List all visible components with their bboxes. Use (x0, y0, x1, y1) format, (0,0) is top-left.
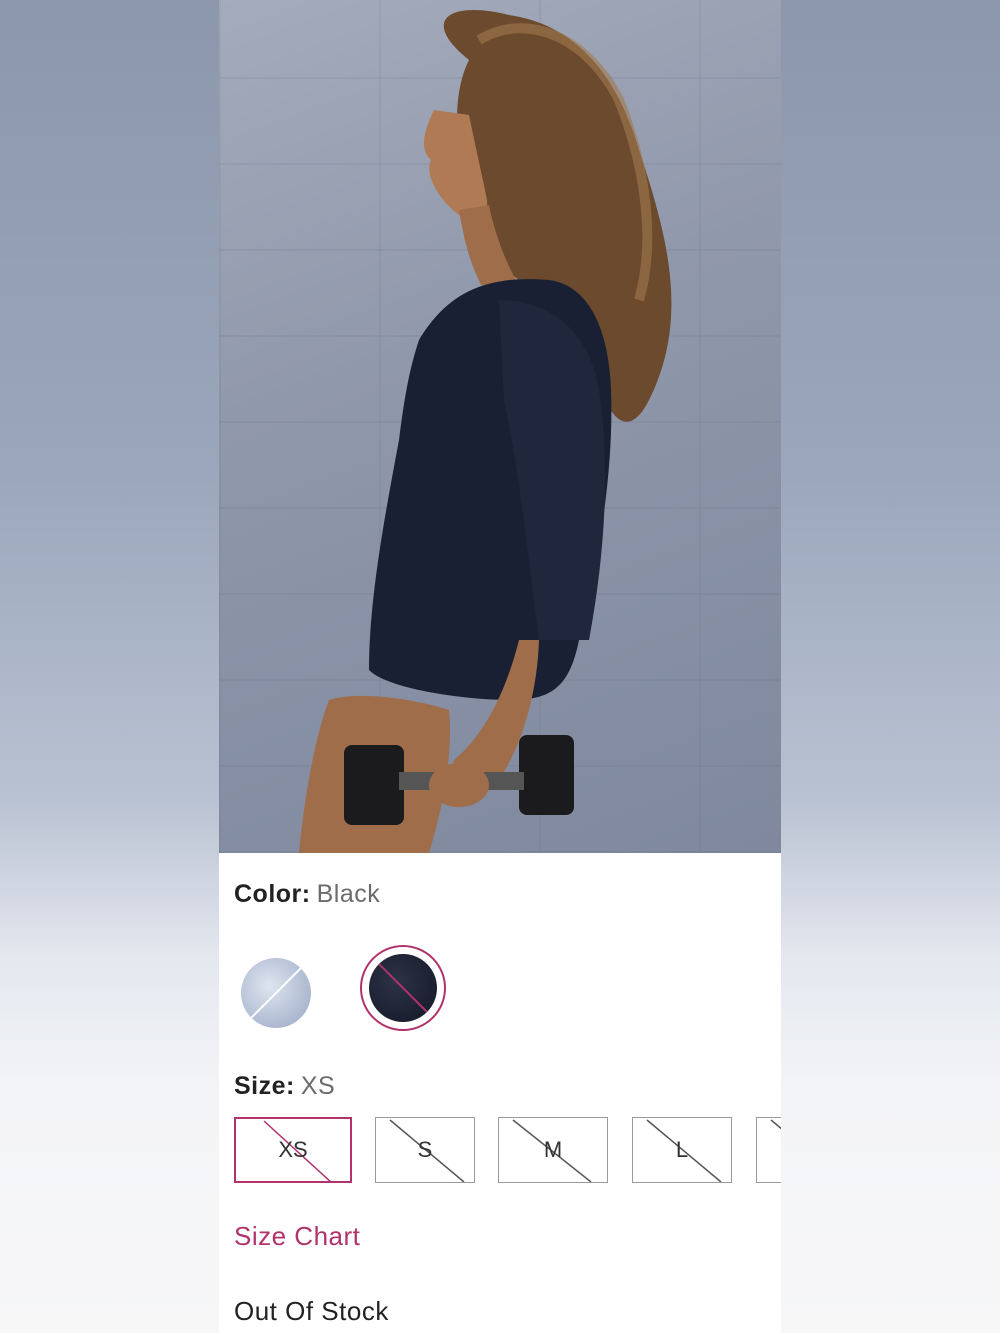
size-option-s[interactable]: S (375, 1117, 475, 1183)
size-option-label: L (675, 1137, 689, 1162)
color-swatches (219, 940, 781, 1040)
unavailable-slash-icon (770, 1119, 781, 1130)
size-option-m[interactable]: M (498, 1117, 608, 1183)
swatch-light-blue[interactable] (241, 958, 311, 1028)
size-options: XS S M L (219, 1117, 781, 1185)
color-row: Color: Black (234, 880, 380, 909)
backdrop-right (781, 0, 1000, 1333)
swatch-black[interactable] (369, 954, 437, 1022)
size-option-xs[interactable]: XS (234, 1117, 352, 1183)
size-option-label: M (543, 1137, 563, 1162)
product-image[interactable] (219, 0, 781, 853)
size-option-xl[interactable] (756, 1117, 781, 1183)
unavailable-slash-icon (376, 961, 430, 1015)
size-value: XS (300, 1072, 336, 1100)
backdrop-left (0, 0, 219, 1333)
product-photo-illustration (299, 10, 672, 853)
color-value: Black (316, 880, 381, 908)
size-option-l[interactable]: L (632, 1117, 732, 1183)
color-label: Color: (234, 880, 311, 908)
stock-status: Out Of Stock (234, 1296, 389, 1326)
size-option-label: S (417, 1137, 433, 1162)
product-panel: Color: Black Size: XS XS S M L Size Char… (219, 0, 781, 1333)
size-chart-link[interactable]: Size Chart (234, 1221, 360, 1252)
unavailable-slash-icon (248, 965, 304, 1021)
size-label: Size: (234, 1072, 295, 1100)
size-row: Size: XS (234, 1072, 335, 1101)
size-option-label: XS (278, 1137, 308, 1162)
